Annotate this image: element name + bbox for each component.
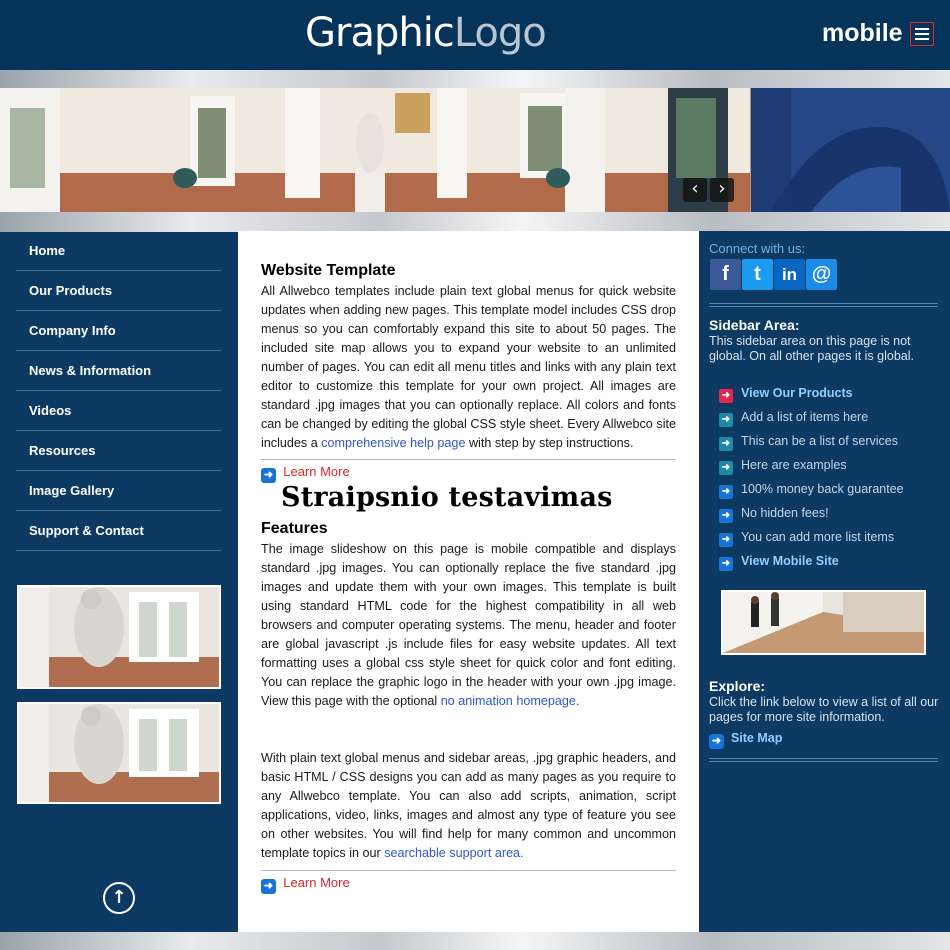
arrow-right-icon: ➜ (719, 533, 733, 547)
sidebar-list-item: ➜ You can add more list items (719, 527, 944, 551)
facebook-icon[interactable]: f (710, 259, 741, 290)
twitter-icon[interactable]: t (742, 259, 773, 290)
hamburger-menu-icon[interactable] (910, 22, 934, 46)
divider (709, 303, 938, 307)
sidebar-link-label: View Our Products (741, 386, 853, 400)
slide-image (0, 88, 750, 212)
arrow-right-icon: ➜ (719, 485, 733, 499)
arrow-right-icon: ➜ (719, 389, 733, 403)
sidebar-list-item: ➜ No hidden fees! (719, 503, 944, 527)
learn-more-link[interactable]: ➜ Learn More (261, 464, 350, 483)
right-sidebar: Connect with us: f t in @ Sidebar Area: … (699, 231, 950, 932)
arrow-right-icon: ➜ (719, 461, 733, 475)
chevron-left-icon[interactable]: ‹ (683, 178, 707, 202)
footer-bar (0, 932, 950, 950)
divider (261, 870, 676, 871)
banner-top-bar (0, 70, 950, 88)
sidebar-area-title: Sidebar Area: (709, 317, 800, 333)
sidebar-link-list: ➜ View Our Products ➜ Add a list of items … (719, 383, 944, 575)
sidebar-list-label: 100% money back guarantee (741, 482, 904, 496)
sidebar-area-description: This sidebar area on this page is not gl… (709, 334, 914, 363)
site-header: GraphicLogo mobile (0, 0, 950, 70)
features-text: The image slideshow on this page is mobi… (261, 542, 676, 708)
main-content: Website Template All Allwebco templates … (238, 231, 699, 932)
arrow-right-icon: ➜ (719, 509, 733, 523)
sidebar-list-label: You can add more list items (741, 530, 895, 544)
arrow-right-icon: ➜ (719, 557, 733, 571)
learn-more-label: Learn More (283, 464, 350, 479)
image-slideshow: ‹ › (0, 88, 950, 212)
divider (709, 758, 938, 762)
section-title-website-template: Website Template (261, 262, 396, 279)
learn-more-label: Learn More (283, 875, 350, 890)
sidebar-list-label: Add a list of items here (741, 410, 869, 424)
sidebar-list-label: No hidden fees! (741, 506, 829, 520)
features-paragraph: The image slideshow on this page is mobi… (261, 540, 676, 711)
nav-item-company-info[interactable]: Company Info (16, 311, 221, 351)
site-logo[interactable]: GraphicLogo (305, 10, 547, 56)
site-map-link[interactable]: ➜ Site Map (709, 731, 782, 749)
logo-text-primary: Graphic (305, 10, 455, 56)
arrow-right-icon: ➜ (261, 879, 276, 894)
sidebar-list-item: ➜ This can be a list of services (719, 431, 944, 455)
arrow-right-icon: ➜ (719, 413, 733, 427)
nav-item-home[interactable]: Home (16, 231, 221, 271)
sidebar-list-item: ➜ 100% money back guarantee (719, 479, 944, 503)
nav-item-our-products[interactable]: Our Products (16, 271, 221, 311)
learn-more-link-2[interactable]: ➜ Learn More (261, 875, 350, 894)
explore-title: Explore: (709, 678, 766, 694)
nav-item-videos[interactable]: Videos (16, 391, 221, 431)
main-navigation: Home Our Products Company Info News & In… (16, 231, 221, 551)
sidebar-list-item: ➜ Here are examples (719, 455, 944, 479)
next-slide-preview (751, 88, 950, 212)
connect-label: Connect with us: (709, 241, 806, 256)
logo-text-secondary: Logo (453, 10, 547, 56)
email-icon[interactable]: @ (806, 259, 837, 290)
section-title-features: Features (261, 520, 328, 537)
scroll-to-top-icon[interactable]: ↑ (103, 882, 135, 914)
mobile-label[interactable]: mobile (822, 19, 903, 48)
no-animation-homepage-link[interactable]: no animation homepage. (441, 694, 580, 708)
site-map-label: Site Map (730, 731, 783, 745)
divider (261, 459, 676, 460)
sidebar-link-products[interactable]: ➜ View Our Products (719, 383, 944, 407)
sidebar-link-mobile-site[interactable]: ➜ View Mobile Site (719, 551, 944, 575)
intro-text-end: with step by step instructions. (465, 436, 634, 450)
nav-item-news[interactable]: News & Information (16, 351, 221, 391)
templates-paragraph: With plain text global menus and sidebar… (261, 749, 676, 863)
support-area-link[interactable]: searchable support area. (384, 846, 523, 860)
explore-description: Click the link below to view a list of a… (709, 695, 939, 724)
linkedin-icon[interactable]: in (774, 259, 805, 290)
sidebar-list-label: Here are examples (741, 458, 847, 472)
sidebar-list-label: This can be a list of services (741, 434, 899, 448)
help-page-link[interactable]: comprehensive help page (321, 436, 465, 450)
nav-item-support-contact[interactable]: Support & Contact (16, 511, 221, 551)
nav-item-image-gallery[interactable]: Image Gallery (16, 471, 221, 511)
sidebar-photo-stairs (721, 590, 926, 655)
arrow-right-icon: ➜ (261, 468, 276, 483)
article-heading: Straipsnio testavimas (281, 482, 613, 513)
arrow-right-icon: ➜ (719, 437, 733, 451)
nav-item-resources[interactable]: Resources (16, 431, 221, 471)
intro-paragraph: All Allwebco templates include plain tex… (261, 282, 676, 453)
sidebar-link-label: View Mobile Site (741, 554, 839, 568)
banner-bottom-bar (0, 212, 950, 232)
sidebar-list-item: ➜ Add a list of items here (719, 407, 944, 431)
templates-text: With plain text global menus and sidebar… (261, 751, 676, 860)
sidebar-photo-statue-2 (17, 702, 221, 804)
intro-text: All Allwebco templates include plain tex… (261, 284, 676, 450)
chevron-right-icon[interactable]: › (710, 178, 734, 202)
arrow-right-icon: ➜ (709, 734, 724, 749)
sidebar-photo-statue (17, 585, 221, 689)
